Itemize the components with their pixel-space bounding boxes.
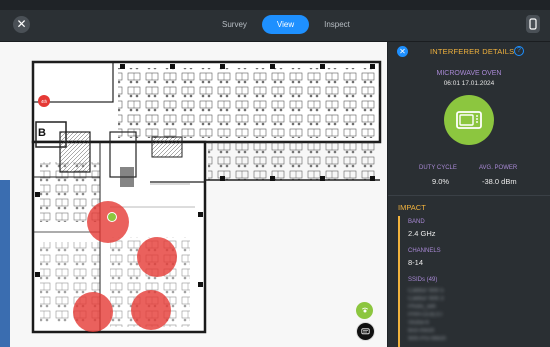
impact-heading: IMPACT [398,203,426,212]
ssid-item: Wifi-Pro-Mesh [408,336,447,342]
close-icon[interactable]: ✕ [13,16,30,33]
device-avatar [444,95,494,145]
interferer-marker[interactable] [87,201,129,243]
panel-title: INTERFERER DETAILS [430,47,515,56]
selected-device-marker[interactable] [107,212,117,222]
duty-cycle-label: DUTY CYCLE [419,165,457,171]
ssid-item: Stuba-6 [408,320,430,326]
divider [388,195,550,196]
avg-power-value: -38.0 dBm [482,177,517,186]
interferer-marker[interactable] [131,290,171,330]
ssids-label: SSIDs (49) [408,277,438,283]
left-edge-strip [0,180,10,347]
duty-cycle-value: 9.0% [432,177,450,186]
tab-inspect[interactable]: Inspect [315,15,359,34]
ssid-item: Calibur Wifi 5 [408,288,444,294]
tab-view[interactable]: View [261,15,310,34]
help-icon[interactable]: ? [514,46,524,56]
message-icon [361,327,370,334]
wifi-icon [361,307,368,312]
ssid-item: PHH-GUEST [408,312,444,318]
band-label: BAND [408,219,425,225]
microwave-icon [456,111,482,129]
device-name: MICROWAVE OVEN [436,70,502,77]
close-icon[interactable]: ✕ [397,46,408,57]
device-icon-button[interactable] [526,15,540,33]
interferer-marker[interactable] [137,237,177,277]
channels-label: CHANNELS [408,248,441,254]
interferer-details-panel: ✕ INTERFERER DETAILS ? MICROWAVE OVEN 06… [388,42,550,347]
impact-accent-bar [398,216,400,347]
chat-button[interactable] [356,322,375,341]
channels-value: 8-14 [408,258,424,267]
tab-survey[interactable]: Survey [213,15,256,34]
band-value: 2.4 GHz [408,229,436,238]
phone-icon [529,18,537,30]
ssid-item: test-mesh [408,328,435,334]
interferer-layer [73,201,177,332]
ssid-item: Photo_wifi [408,304,436,310]
avg-power-label: AVG. POWER [479,165,518,171]
interferer-marker[interactable] [73,292,113,332]
device-timestamp: 06:01 17.01.2024 [443,80,495,87]
ssid-item: Calibur Wifi 3 [408,296,444,302]
top-bar: ✕ Survey View Inspect [0,10,550,42]
mode-tabs: Survey View Inspect [213,15,359,34]
location-button[interactable] [356,302,373,319]
floorplan-map[interactable]: B 4th [0,42,387,347]
